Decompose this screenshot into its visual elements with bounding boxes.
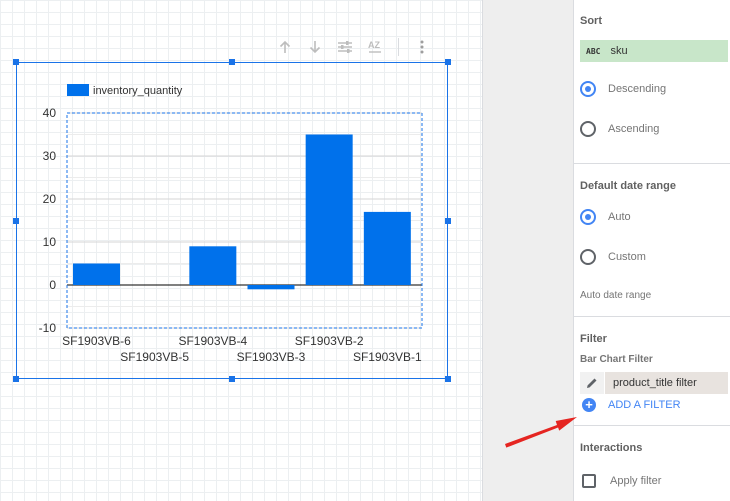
radio-ascending[interactable] [580,121,596,137]
section-divider [574,425,730,426]
y-tick-label: -10 [39,321,57,335]
sort-ascending-option[interactable]: Ascending [580,119,659,139]
radio-label-custom: Custom [608,251,646,263]
legend-label: inventory_quantity [93,85,183,97]
apply-filter-checkbox[interactable] [582,474,596,488]
x-tick-label: SF1903VB-3 [237,350,306,364]
radio-label-auto: Auto [608,211,631,223]
bar-chart: 40 30 20 10 0 -10 SF1903VB-6 SF1903VB-5 SF1903VB… [39,84,423,364]
section-divider [574,163,730,164]
pencil-icon [587,378,597,388]
x-tick-label: SF1903VB-4 [178,334,247,348]
y-tick-label: 40 [43,106,57,120]
auto-date-range-note: Auto date range [580,290,652,301]
sort-descending-option[interactable]: Descending [580,79,666,99]
filter-chip[interactable]: product_title filter [580,372,728,394]
bar-chart-filter-label: Bar Chart Filter [580,354,653,365]
bar [247,285,295,290]
properties-panel: Sort ABC sku Descending Ascending Defaul… [573,0,730,501]
bar [189,246,237,285]
bar [73,263,120,285]
radio-label-ascending: Ascending [608,123,660,135]
sort-field-label: sku [610,45,628,57]
add-filter-button[interactable]: + ADD A FILTER [582,397,681,413]
sort-section-title: Sort [580,15,602,27]
radio-custom[interactable] [580,249,596,265]
radio-auto[interactable] [580,209,596,225]
date-range-section-title: Default date range [580,180,676,192]
y-tick-label: 30 [43,149,57,163]
date-range-auto-option[interactable]: Auto [580,207,631,227]
filter-chip-label: product_title filter [613,377,697,389]
x-tick-label: SF1903VB-1 [353,350,422,364]
section-divider [574,316,730,317]
interactions-section-title: Interactions [580,442,643,454]
radio-descending[interactable] [580,81,596,97]
x-tick-label: SF1903VB-6 [62,334,131,348]
edit-filter-button[interactable] [580,372,605,394]
x-tick-label: SF1903VB-5 [120,350,189,364]
y-tick-label: 20 [43,192,57,206]
bar [363,211,411,285]
legend-swatch [67,84,89,96]
y-tick-label: 0 [49,278,56,292]
apply-filter-label: Apply filter [610,475,662,487]
sort-field-chip[interactable]: ABC sku [580,40,728,62]
date-range-custom-option[interactable]: Custom [580,247,646,267]
report-canvas[interactable]: AZ 40 30 20 10 0 -10 SF1903VB-6 SF1903VB-5 SF190… [0,0,482,501]
add-circle-icon: + [582,398,596,412]
bar [305,134,353,285]
apply-filter-option[interactable]: Apply filter [582,474,661,488]
x-tick-label: SF1903VB-2 [295,334,364,348]
canvas-gutter [482,0,574,501]
text-type-icon: ABC [586,46,601,56]
radio-label-descending: Descending [608,83,667,95]
filter-section-title: Filter [580,333,607,345]
y-tick-label: 10 [43,235,57,249]
add-filter-label: ADD A FILTER [608,399,681,411]
